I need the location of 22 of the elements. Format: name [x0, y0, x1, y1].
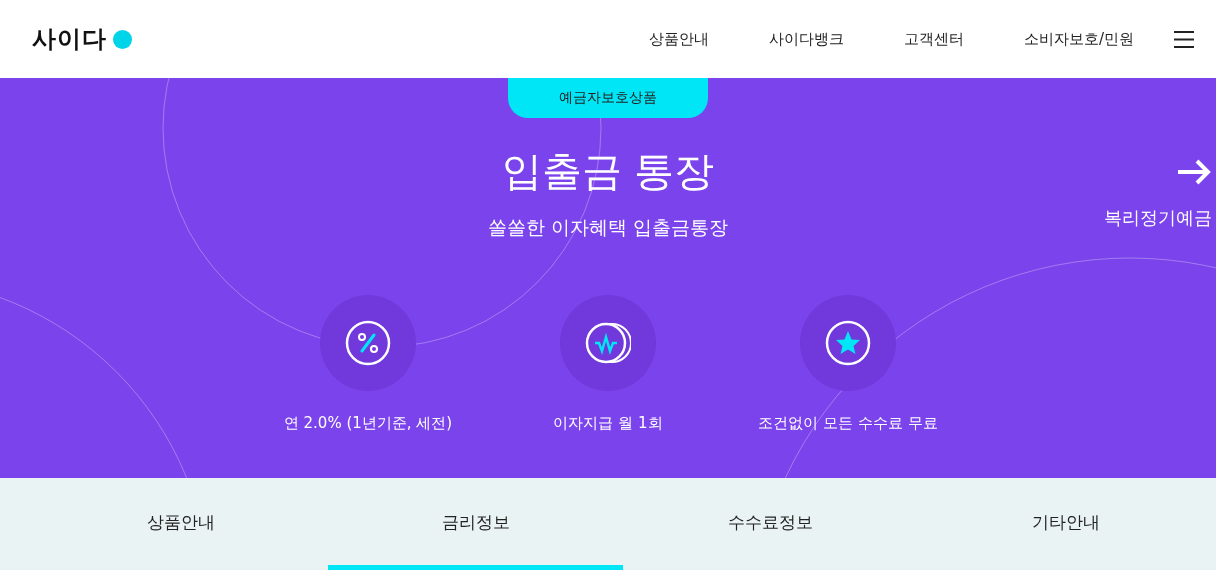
nav-link[interactable]: 사이다뱅크 [768, 29, 844, 49]
product-title: 입출금 통장 [501, 147, 715, 196]
logo-dot-icon [113, 29, 132, 49]
section-tab[interactable]: 기타안내 [918, 478, 1213, 570]
section-tab[interactable]: 금리정보 [328, 478, 623, 570]
logo[interactable]: 사이다 [32, 23, 107, 55]
arrow-right-icon [1176, 158, 1212, 186]
percent-icon [345, 320, 391, 366]
feature-label: 이자지급 월 1회 [553, 414, 663, 433]
deposit-protection-badge: 예금자보호상품 [508, 78, 708, 118]
section-tab[interactable]: 수수료정보 [623, 478, 918, 570]
nav-link[interactable]: 고객센터 [903, 29, 964, 49]
section-tab[interactable]: 상품안내 [33, 478, 328, 570]
nav-link[interactable]: 소비자보호/민원 [1023, 29, 1134, 49]
feature-label: 조건없이 모든 수수료 무료 [758, 414, 938, 433]
nav-link[interactable]: 상품안내 [648, 29, 709, 49]
next-product-link[interactable]: 복리정기예금 [1104, 158, 1212, 230]
product-subtitle: 쏠쏠한 이자혜택 입출금통장 [487, 215, 729, 240]
feature-label: 연 2.0% (1년기준, 세전) [283, 414, 453, 433]
menu-icon [1174, 30, 1194, 48]
coin-icon [585, 320, 631, 366]
menu-button[interactable] [1174, 30, 1194, 48]
